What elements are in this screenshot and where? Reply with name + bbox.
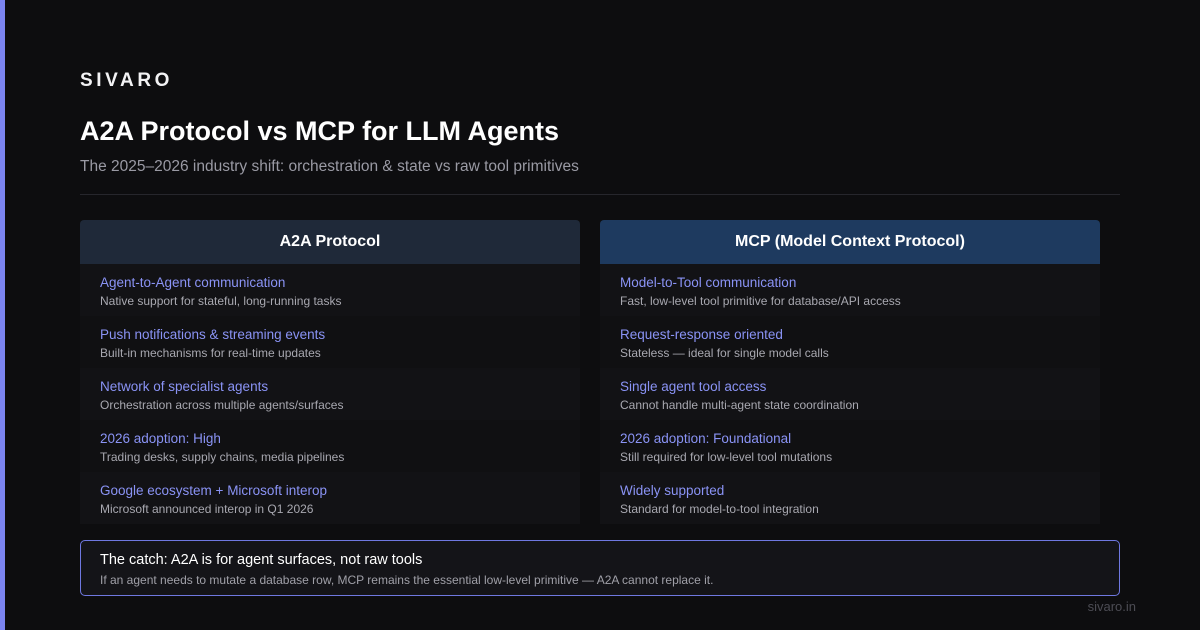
mcp-row-desc: Still required for low-level tool mutati… xyxy=(620,450,833,464)
page-title: A2A Protocol vs MCP for LLM Agents xyxy=(80,116,560,146)
mcp-row: Request-response oriented Stateless — id… xyxy=(600,316,1100,368)
a2a-row: Network of specialist agents Orchestrati… xyxy=(80,368,580,420)
mcp-row: 2026 adoption: Foundational Still requir… xyxy=(600,420,1100,472)
a2a-row-title: Google ecosystem + Microsoft interop xyxy=(100,483,327,498)
accent-bar xyxy=(0,0,5,630)
a2a-row: Agent-to-Agent communication Native supp… xyxy=(80,264,580,316)
a2a-row: 2026 adoption: High Trading desks, suppl… xyxy=(80,420,580,472)
mcp-row-title: Request-response oriented xyxy=(620,327,783,342)
a2a-row-title: Push notifications & streaming events xyxy=(100,327,326,342)
divider xyxy=(80,194,1120,195)
a2a-row-desc: Trading desks, supply chains, media pipe… xyxy=(100,450,345,464)
a2a-row-desc: Built-in mechanisms for real-time update… xyxy=(100,346,321,360)
mcp-row-desc: Cannot handle multi-agent state coordina… xyxy=(620,398,859,412)
mcp-row: Single agent tool access Cannot handle m… xyxy=(600,368,1100,420)
brand-logo: SIVARO xyxy=(80,70,174,91)
a2a-row-desc: Orchestration across multiple agents/sur… xyxy=(100,398,344,412)
footer-url: sivaro.in xyxy=(1087,599,1136,614)
mcp-row-desc: Stateless — ideal for single model calls xyxy=(620,346,829,360)
a2a-row-title: 2026 adoption: High xyxy=(100,431,221,446)
mcp-row-desc: Standard for model-to-tool integration xyxy=(620,502,819,516)
a2a-row: Push notifications & streaming events Bu… xyxy=(80,316,580,368)
mcp-column-header: MCP (Model Context Protocol) xyxy=(600,220,1100,264)
mcp-column: MCP (Model Context Protocol) Model-to-To… xyxy=(600,220,1100,524)
a2a-row: Google ecosystem + Microsoft interop Mic… xyxy=(80,472,580,524)
a2a-row-title: Network of specialist agents xyxy=(100,379,269,394)
a2a-row-desc: Native support for stateful, long-runnin… xyxy=(100,294,342,308)
a2a-row-title: Agent-to-Agent communication xyxy=(100,275,286,290)
mcp-row: Model-to-Tool communication Fast, low-le… xyxy=(600,264,1100,316)
a2a-column-header: A2A Protocol xyxy=(80,220,580,264)
mcp-row-title: Widely supported xyxy=(620,483,725,498)
callout-body: If an agent needs to mutate a database r… xyxy=(100,573,714,587)
mcp-row-title: 2026 adoption: Foundational xyxy=(620,431,792,446)
mcp-row-title: Model-to-Tool communication xyxy=(620,275,797,290)
a2a-row-desc: Microsoft announced interop in Q1 2026 xyxy=(100,502,314,516)
catch-callout: The catch: A2A is for agent surfaces, no… xyxy=(80,540,1120,596)
mcp-row-desc: Fast, low-level tool primitive for datab… xyxy=(620,294,901,308)
callout-title: The catch: A2A is for agent surfaces, no… xyxy=(100,552,423,568)
page-subtitle: The 2025–2026 industry shift: orchestrat… xyxy=(80,158,579,175)
a2a-column: A2A Protocol Agent-to-Agent communicatio… xyxy=(80,220,580,524)
mcp-row: Widely supported Standard for model-to-t… xyxy=(600,472,1100,524)
mcp-row-title: Single agent tool access xyxy=(620,379,767,394)
